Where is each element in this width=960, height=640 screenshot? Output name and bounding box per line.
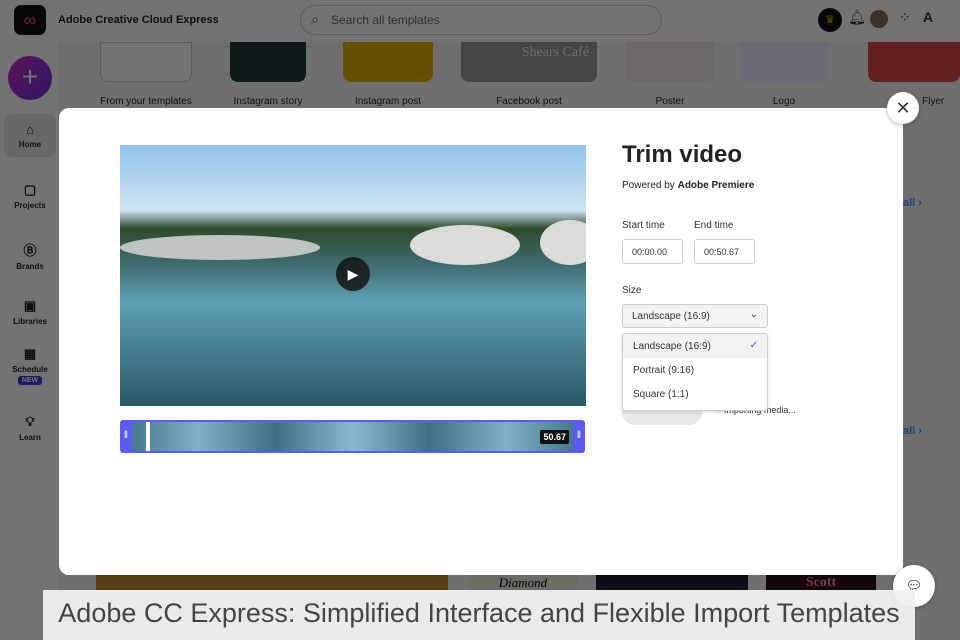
playhead[interactable] — [146, 422, 150, 451]
close-icon: ✕ — [895, 98, 911, 118]
template-label: Poster — [655, 96, 685, 107]
see-all-link[interactable]: all › — [903, 197, 922, 209]
sidebar-item-projects[interactable]: ▢ Projects — [4, 182, 56, 210]
powered-brand: Adobe Premiere — [677, 180, 755, 191]
template-label: Facebook post — [496, 96, 562, 107]
library-icon: ▣ — [23, 298, 37, 313]
apps-grid-icon[interactable]: ⁘ — [899, 9, 911, 26]
play-icon: ▶ — [347, 266, 359, 282]
option-label: Square (1:1) — [633, 389, 689, 400]
bg-template-scott: Scott — [766, 575, 876, 590]
nav-label: Schedule — [12, 365, 48, 374]
play-button[interactable]: ▶ — [336, 257, 370, 291]
modal-title: Trim video — [622, 141, 743, 168]
trim-start-handle[interactable]: ‖ — [120, 420, 132, 453]
powered-prefix: Powered by — [622, 180, 678, 191]
sidebar-item-brands[interactable]: Ⓑ Brands — [4, 240, 56, 271]
calendar-icon: ▦ — [23, 346, 37, 361]
sidebar-item-learn[interactable]: 💡︎ Learn — [4, 414, 56, 442]
size-label: Size — [622, 285, 642, 296]
bg-template-thumb — [96, 575, 448, 590]
template-from-your-templates[interactable]: From your templates — [98, 42, 194, 107]
template-instagram-story[interactable]: Instagram story — [220, 42, 316, 107]
nav-label: Libraries — [13, 317, 47, 326]
template-label: Instagram post — [354, 96, 422, 107]
nav-label: Home — [18, 140, 42, 149]
see-all-link[interactable]: all › — [903, 425, 922, 437]
template-logo[interactable]: Logo — [736, 42, 832, 107]
sidebar: + ⌂ Home ▢ Projects Ⓑ Brands ▣ Libraries ▦ Sc… — [0, 42, 58, 640]
size-option-portrait[interactable]: Portrait (9:16) — [623, 358, 767, 382]
template-label: Logo — [772, 96, 796, 107]
end-time-label: End time — [694, 220, 734, 231]
search-icon: ⌕ — [311, 11, 319, 27]
option-label: Landscape (16:9) — [633, 341, 711, 352]
create-button[interactable]: + — [8, 56, 52, 100]
end-time-input[interactable]: 00:50.67 — [694, 239, 755, 264]
size-dropdown-menu: Landscape (16:9) ✓ Portrait (9:16) Square… — [622, 333, 768, 411]
sidebar-item-libraries[interactable]: ▣ Libraries — [4, 298, 56, 326]
start-time-label: Start time — [622, 220, 665, 231]
size-selected-value: Landscape (16:9) — [632, 311, 710, 322]
search-input[interactable]: ⌕ Search all templates — [300, 5, 662, 35]
close-modal-button[interactable]: ✕ — [887, 92, 919, 124]
top-bar: ∞ Adobe Creative Cloud Express ⌕ Search a… — [0, 0, 960, 42]
start-time-input[interactable]: 00:00.00 — [622, 239, 683, 264]
shears-cafe-thumb: Shears Café — [461, 42, 597, 82]
video-frame-detail — [410, 225, 520, 265]
size-option-square[interactable]: Square (1:1) — [623, 382, 767, 406]
bg-template-diamond: Diamond — [468, 575, 578, 590]
app-title: Adobe Creative Cloud Express — [58, 14, 219, 26]
trim-end-handle[interactable]: ‖ — [573, 420, 585, 453]
avatar[interactable] — [870, 10, 888, 28]
video-frame-detail — [540, 220, 586, 265]
file-icon: ▢ — [23, 182, 37, 197]
sidebar-item-schedule[interactable]: ▦ Schedule NEW — [4, 346, 56, 385]
home-icon: ⌂ — [26, 122, 34, 137]
video-frame-detail — [120, 235, 320, 260]
option-label: Portrait (9:16) — [633, 365, 695, 376]
lightbulb-icon: 💡︎ — [25, 414, 35, 429]
template-instagram-post[interactable]: Instagram post — [340, 42, 436, 107]
sidebar-item-home[interactable]: ⌂ Home — [4, 114, 56, 157]
template-label: Instagram story — [233, 96, 303, 107]
size-option-landscape[interactable]: Landscape (16:9) ✓ — [623, 334, 767, 358]
duration-badge: 50.67 — [540, 430, 569, 444]
cc-express-logo[interactable]: ∞ — [14, 5, 46, 35]
search-placeholder: Search all templates — [331, 13, 440, 27]
caption-banner: Adobe CC Express: Simplified Interface a… — [43, 590, 915, 640]
size-select[interactable]: Landscape (16:9) ⌄ — [622, 304, 768, 328]
nav-label: Learn — [19, 433, 41, 442]
nav-label: Projects — [14, 201, 46, 210]
bell-icon[interactable]: 🔔︎ — [848, 9, 866, 26]
checkmark-icon: ✓ — [749, 340, 758, 351]
template-label: From your templates — [100, 96, 192, 107]
template-facebook-post[interactable]: Shears Café Facebook post — [460, 42, 598, 107]
chevron-down-icon: ⌄ — [749, 309, 758, 320]
new-badge: NEW — [17, 376, 43, 385]
premium-crown-icon[interactable]: ♛ — [818, 8, 842, 32]
bg-template-thumb — [596, 575, 748, 590]
template-label: Flyer — [922, 96, 945, 107]
trim-timeline[interactable]: ‖ 50.67 ‖ — [120, 420, 585, 453]
brand-icon: Ⓑ — [23, 243, 37, 258]
nav-label: Brands — [16, 262, 44, 271]
template-poster[interactable]: Poster — [622, 42, 718, 107]
powered-by: Powered by Adobe Premiere — [622, 180, 754, 191]
adobe-logo-icon[interactable]: A — [923, 9, 933, 25]
